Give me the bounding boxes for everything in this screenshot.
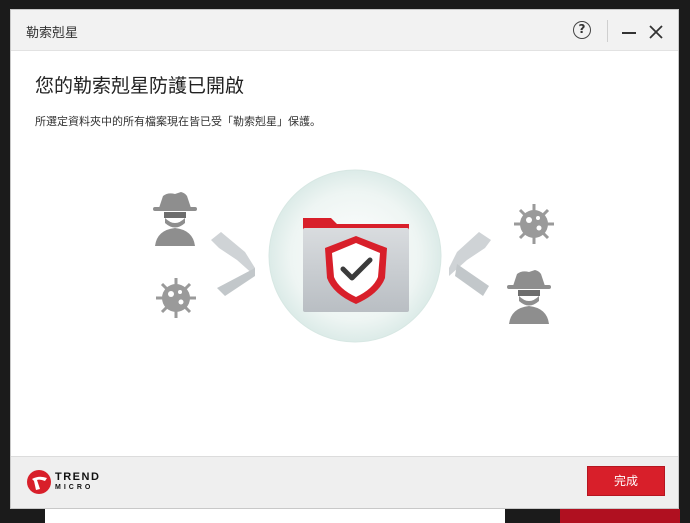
minimize-button[interactable] — [620, 20, 638, 42]
shield-folder-icon — [303, 218, 409, 312]
title-bar: 勒索剋星 ? — [11, 10, 678, 51]
page-title: 您的勒索剋星防護已開啟 — [35, 75, 245, 97]
window-title: 勒索剋星 — [26, 26, 79, 41]
help-button[interactable]: ? — [573, 21, 591, 39]
protection-illustration — [131, 168, 571, 358]
titlebar-divider — [607, 20, 608, 42]
dialog-window: 勒索剋星 ? 您的勒索剋星防護已開啟 所選定資料夾中的所有檔案現在皆已受「勒索剋… — [10, 9, 679, 509]
virus-icon-right — [514, 204, 554, 244]
hacker-icon-left — [153, 192, 197, 246]
screen-frame-top — [0, 0, 690, 9]
trend-micro-logo-icon — [27, 470, 51, 494]
minimize-icon — [622, 32, 636, 34]
screen-frame-right — [679, 0, 690, 523]
blocked-arrow-icon-left — [211, 232, 255, 296]
virus-icon-left — [156, 278, 196, 318]
hacker-icon-right — [507, 270, 551, 324]
footer-bar: TREND MICRO 完成 — [11, 456, 678, 508]
brand-line1: TREND — [55, 471, 101, 483]
close-button[interactable] — [647, 20, 665, 42]
close-icon — [649, 25, 663, 39]
background-window-edge — [45, 509, 505, 523]
protection-description: 所選定資料夾中的所有檔案現在皆已受「勒索剋星」保護。 — [35, 115, 321, 128]
background-window-edge-red — [560, 509, 680, 523]
brand-line2: MICRO — [55, 484, 94, 491]
done-button[interactable]: 完成 — [587, 466, 665, 496]
screen-frame-left — [0, 0, 10, 523]
blocked-arrow-icon-right — [449, 232, 491, 296]
